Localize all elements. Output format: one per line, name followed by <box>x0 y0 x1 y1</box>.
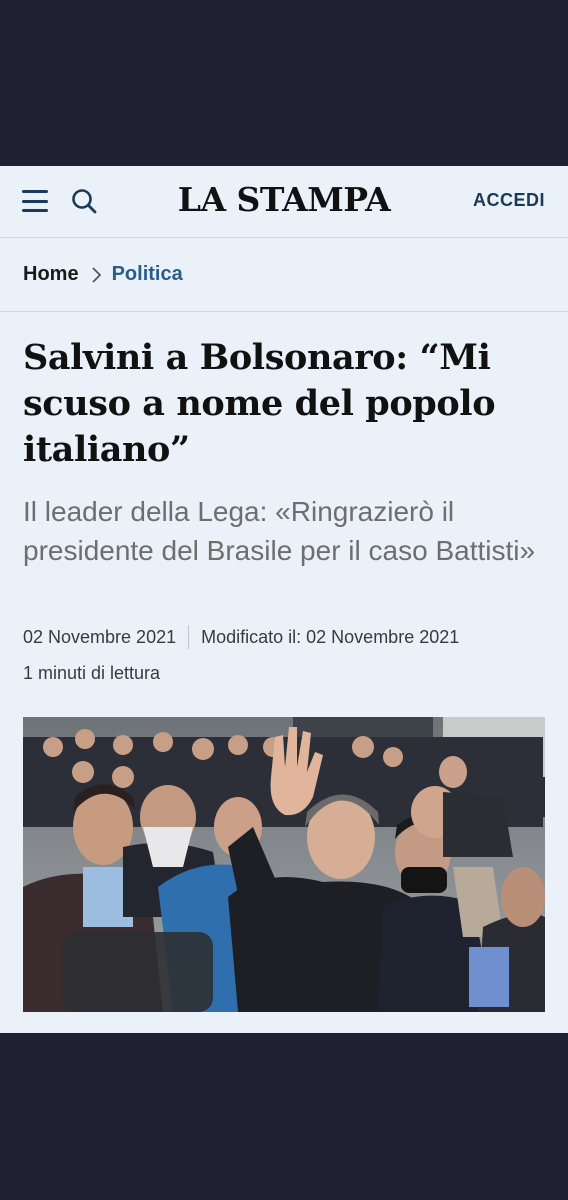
chevron-right-icon <box>91 266 101 283</box>
search-icon[interactable] <box>70 187 98 215</box>
photo-crowd-waving <box>23 717 545 1012</box>
published-date: 02 Novembre 2021 <box>23 626 177 647</box>
article-headline: Salvini a Bolsonaro: “Mi scuso a nome de… <box>23 337 496 470</box>
login-button[interactable]: ACCEDI <box>473 190 545 211</box>
reading-time: 1 minuti di lettura <box>23 663 161 683</box>
article-page: LA STAMPA ACCEDI Home Politica Salvini a… <box>0 166 568 1033</box>
breadcrumb-home-link[interactable]: Home <box>23 263 79 286</box>
hamburger-menu-icon[interactable] <box>22 190 48 212</box>
modified-date: Modificato il: 02 Novembre 2021 <box>201 626 460 647</box>
breadcrumb-section-link[interactable]: Politica <box>112 263 183 286</box>
article-subtitle: Il leader della Lega: «Ringrazierò il pr… <box>23 496 536 566</box>
meta-divider <box>188 625 190 649</box>
article-dates: 02 Novembre 2021 Modificato il: 02 Novem… <box>23 625 459 649</box>
article-photo[interactable] <box>23 717 545 1012</box>
breadcrumb: Home Politica <box>0 238 568 312</box>
site-header: LA STAMPA ACCEDI <box>0 166 568 238</box>
